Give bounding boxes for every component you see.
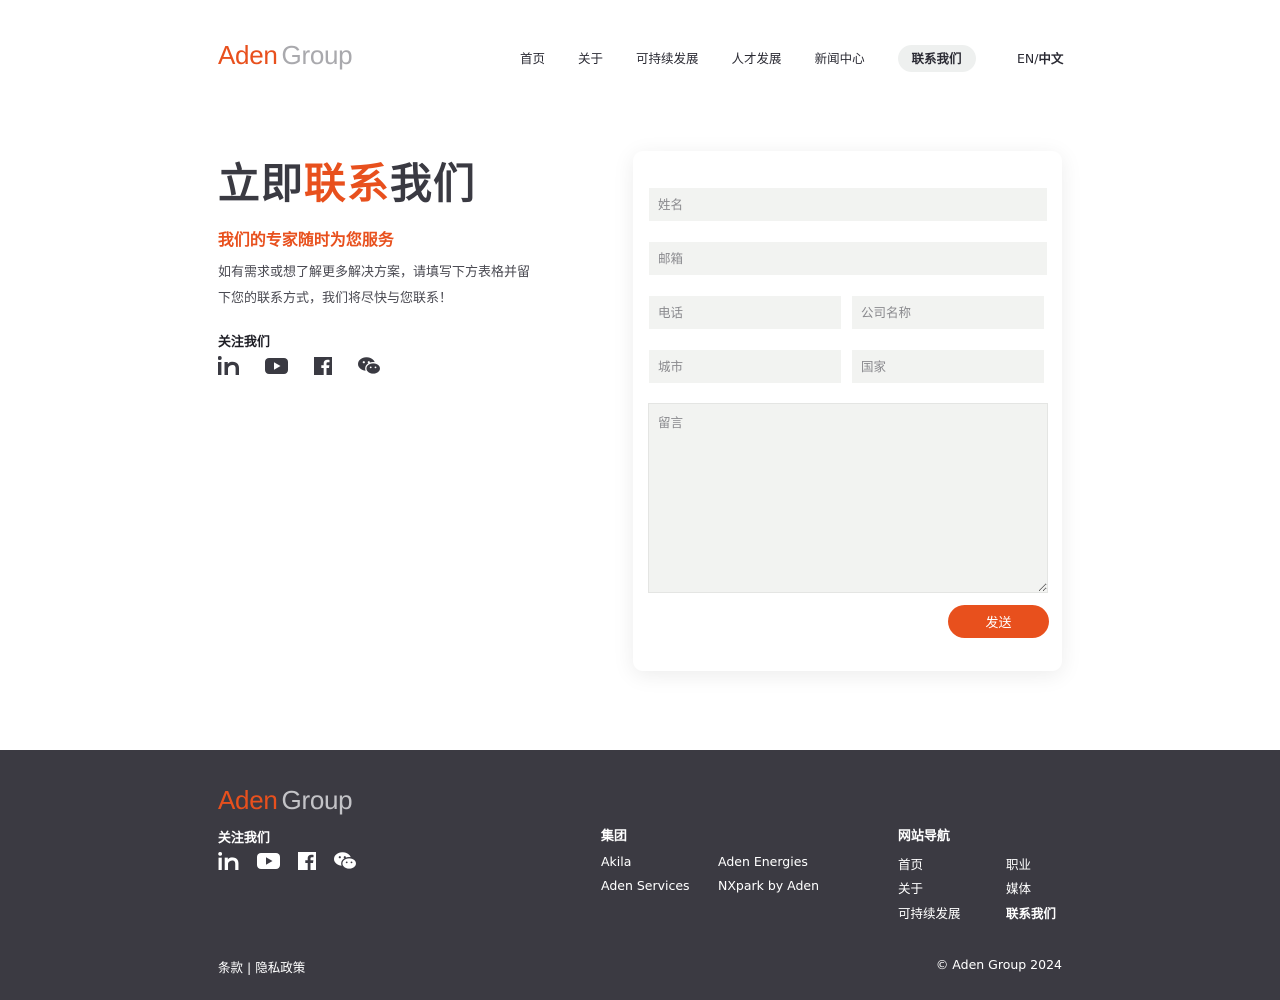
linkedin-icon[interactable]: [218, 852, 239, 870]
footer-logo-aden-text: Aden: [218, 785, 278, 815]
name-input[interactable]: [649, 188, 1047, 221]
copyright-text: © Aden Group 2024: [935, 957, 1062, 972]
lang-cn-link[interactable]: 中文: [1038, 51, 1063, 66]
footer-link-sustainability[interactable]: 可持续发展: [898, 903, 961, 922]
footer-sitemap-title: 网站导航: [898, 829, 951, 844]
footer-link-careers[interactable]: 职业: [1006, 854, 1031, 873]
language-switcher: EN/中文: [1017, 45, 1063, 72]
title-accent: 联系: [304, 159, 391, 208]
footer-group-title: 集团: [601, 829, 628, 844]
footer-logo-group-text: Group: [281, 785, 353, 815]
contact-form: 发送: [633, 151, 1062, 671]
footer-social-links: [218, 852, 375, 870]
legal-separator: |: [243, 960, 256, 975]
header-logo[interactable]: Aden Group: [218, 40, 353, 71]
nav-item-home[interactable]: 首页: [520, 45, 545, 72]
main-nav: 首页 关于 可持续发展 人才发展 新闻中心 联系我们: [520, 45, 1009, 72]
footer-link-akila[interactable]: Akila: [601, 854, 631, 869]
youtube-icon[interactable]: [265, 357, 288, 374]
linkedin-icon[interactable]: [218, 356, 239, 375]
nav-item-news[interactable]: 新闻中心: [815, 45, 865, 72]
email-input[interactable]: [649, 242, 1047, 275]
footer-link-about[interactable]: 关于: [898, 878, 923, 897]
logo-aden-text: Aden: [218, 40, 278, 70]
nav-item-about[interactable]: 关于: [578, 45, 603, 72]
social-links: [218, 356, 407, 375]
logo-group-text: Group: [281, 40, 353, 70]
wechat-icon[interactable]: [358, 356, 381, 375]
country-input[interactable]: [852, 350, 1044, 383]
facebook-icon[interactable]: [298, 852, 316, 870]
youtube-icon[interactable]: [257, 853, 280, 869]
nav-item-sustainability[interactable]: 可持续发展: [636, 45, 699, 72]
footer-link-nxpark[interactable]: NXpark by Aden: [718, 878, 819, 893]
title-part-1: 立即: [218, 159, 305, 208]
footer-logo[interactable]: Aden Group: [218, 785, 353, 816]
lang-en-link[interactable]: EN/: [1017, 51, 1038, 66]
privacy-link[interactable]: 隐私政策: [255, 960, 305, 975]
nav-item-talent[interactable]: 人才发展: [732, 45, 782, 72]
page-title: 立即联系我们: [218, 150, 476, 211]
terms-link[interactable]: 条款: [218, 960, 243, 975]
follow-us-label: 关注我们: [218, 335, 271, 350]
message-textarea[interactable]: [648, 403, 1048, 593]
company-input[interactable]: [852, 296, 1044, 329]
site-footer: Aden Group 关注我们 集团 Akila Aden Energies A…: [0, 750, 1280, 1000]
footer-link-aden-services[interactable]: Aden Services: [601, 878, 690, 893]
nav-item-contact[interactable]: 联系我们: [897, 45, 976, 72]
facebook-icon[interactable]: [314, 356, 332, 375]
wechat-icon[interactable]: [334, 852, 357, 870]
footer-link-home[interactable]: 首页: [898, 854, 923, 873]
city-input[interactable]: [649, 350, 841, 383]
footer-link-aden-energies[interactable]: Aden Energies: [718, 854, 808, 869]
footer-follow-label: 关注我们: [218, 831, 271, 846]
footer-link-contact[interactable]: 联系我们: [1006, 903, 1056, 922]
title-part-2: 我们: [390, 159, 477, 208]
footer-link-media[interactable]: 媒体: [1006, 878, 1031, 897]
phone-input[interactable]: [649, 296, 841, 329]
legal-links: 条款 | 隐私政策: [218, 957, 305, 976]
page-description: 如有需求或想了解更多解决方案，请填写下方表格并留下您的联系方式，我们将尽快与您联…: [218, 265, 531, 306]
send-button[interactable]: 发送: [948, 605, 1049, 638]
page-subtitle: 我们的专家随时为您服务: [218, 230, 395, 249]
